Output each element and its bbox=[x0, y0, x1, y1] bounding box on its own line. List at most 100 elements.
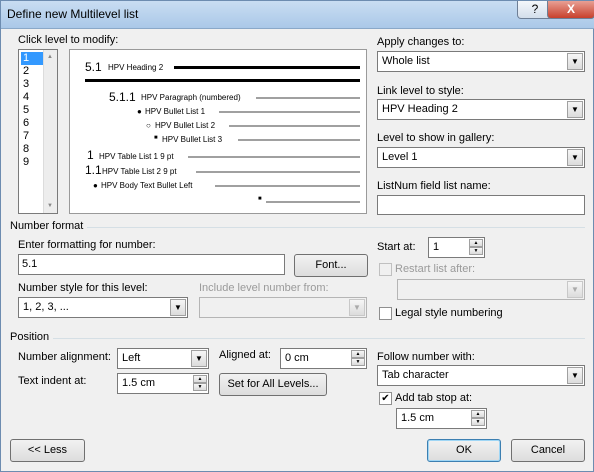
font-button[interactable]: Font... bbox=[294, 254, 368, 277]
level-item[interactable]: 3 bbox=[21, 78, 43, 91]
level-item[interactable]: 5 bbox=[21, 104, 43, 117]
number-style-select[interactable]: 1, 2, 3, ... ▼ bbox=[18, 297, 188, 318]
aligned-at-value: 0 cm bbox=[285, 352, 309, 364]
chevron-down-icon[interactable]: ▼ bbox=[567, 53, 583, 70]
preview-num-1: 5.1 bbox=[85, 60, 102, 74]
spin-down-icon[interactable]: ▼ bbox=[471, 418, 485, 426]
chevron-down-icon[interactable]: ▼ bbox=[567, 101, 583, 118]
number-alignment-value: Left bbox=[122, 352, 141, 364]
cancel-button-label: Cancel bbox=[530, 444, 566, 456]
number-alignment-label: Number alignment: bbox=[18, 351, 111, 363]
preview-text-3: HPV Bullet List 1 bbox=[145, 107, 206, 116]
follow-number-value: Tab character bbox=[382, 369, 449, 381]
preview-text-8: HPV Body Text Bullet Left bbox=[101, 181, 193, 190]
preview-num-6: 1 bbox=[87, 148, 94, 162]
preview-text-1: HPV Heading 2 bbox=[108, 63, 164, 72]
spin-up-icon[interactable]: ▲ bbox=[469, 239, 483, 247]
level-item[interactable]: 8 bbox=[21, 143, 43, 156]
preview-line-2 bbox=[256, 97, 360, 99]
spin-down-icon[interactable]: ▼ bbox=[193, 383, 207, 391]
level-item[interactable]: 6 bbox=[21, 117, 43, 130]
preview-text-6: HPV Table List 1 9 pt bbox=[99, 152, 174, 161]
level-item[interactable]: 1 bbox=[21, 52, 43, 65]
spin-up-icon[interactable]: ▲ bbox=[351, 350, 365, 358]
preview-num-4: ○ bbox=[146, 121, 151, 130]
gallery-level-select[interactable]: Level 1 ▼ bbox=[377, 147, 585, 168]
cancel-button[interactable]: Cancel bbox=[511, 439, 585, 462]
chevron-down-icon[interactable]: ▼ bbox=[349, 299, 365, 316]
close-button[interactable]: X bbox=[547, 1, 594, 19]
number-style-label: Number style for this level: bbox=[18, 282, 148, 294]
follow-number-label: Follow number with: bbox=[377, 351, 475, 363]
spin-down-icon[interactable]: ▼ bbox=[469, 247, 483, 255]
number-alignment-select[interactable]: Left ▼ bbox=[117, 348, 209, 369]
legal-style-checkbox[interactable] bbox=[379, 307, 392, 320]
preview-num-9: ■ bbox=[258, 196, 262, 202]
include-level-label: Include level number from: bbox=[199, 282, 329, 294]
apply-changes-select[interactable]: Whole list ▼ bbox=[377, 51, 585, 72]
legal-style-label: Legal style numbering bbox=[395, 307, 503, 319]
preview-line-5 bbox=[238, 139, 360, 141]
aligned-at-spin-buttons[interactable]: ▲ ▼ bbox=[351, 350, 365, 367]
level-list-label: Click level to modify: bbox=[18, 34, 119, 46]
follow-number-select[interactable]: Tab character ▼ bbox=[377, 365, 585, 386]
number-format-group-label: Number format bbox=[10, 220, 84, 232]
preview-num-3: ● bbox=[137, 107, 142, 116]
preview-line-1b bbox=[85, 79, 360, 82]
chevron-down-icon[interactable]: ▼ bbox=[567, 149, 583, 166]
text-indent-spin-buttons[interactable]: ▲ ▼ bbox=[193, 375, 207, 392]
preview-line-1 bbox=[174, 66, 360, 69]
number-format-value: 5.1 bbox=[22, 258, 38, 270]
add-tab-stop-label: Add tab stop at: bbox=[395, 392, 473, 404]
chevron-down-icon[interactable]: ▼ bbox=[191, 350, 207, 367]
text-indent-label: Text indent at: bbox=[18, 375, 87, 387]
set-for-all-levels-button[interactable]: Set for All Levels... bbox=[219, 373, 327, 396]
scroll-down-icon[interactable]: ▼ bbox=[47, 203, 53, 209]
spin-up-icon[interactable]: ▲ bbox=[471, 410, 485, 418]
restart-list-checkbox[interactable] bbox=[379, 263, 392, 276]
chevron-down-icon[interactable]: ▼ bbox=[170, 299, 186, 316]
spin-up-icon[interactable]: ▲ bbox=[193, 375, 207, 383]
chevron-down-icon[interactable]: ▼ bbox=[567, 367, 583, 384]
level-item[interactable]: 7 bbox=[21, 130, 43, 143]
preview-num-5: ■ bbox=[154, 135, 158, 141]
scroll-up-icon[interactable]: ▲ bbox=[47, 54, 53, 60]
position-divider bbox=[53, 338, 585, 339]
tab-stop-spin-buttons[interactable]: ▲ ▼ bbox=[471, 410, 485, 427]
number-format-field[interactable]: 5.1 bbox=[18, 254, 285, 275]
checkmark-icon: ✔ bbox=[381, 393, 390, 404]
start-at-value: 1 bbox=[433, 241, 440, 253]
number-format-divider bbox=[87, 227, 585, 228]
text-indent-spinner[interactable]: 1.5 cm ▲ ▼ bbox=[117, 373, 209, 394]
preview-text-4: HPV Bullet List 2 bbox=[155, 121, 216, 130]
ok-button[interactable]: OK bbox=[427, 439, 501, 462]
level-item[interactable]: 9 bbox=[21, 156, 43, 169]
preview-text-2: HPV Paragraph (numbered) bbox=[141, 93, 241, 102]
spin-down-icon[interactable]: ▼ bbox=[351, 358, 365, 366]
title-bar: Define new Multilevel list ? X bbox=[1, 1, 594, 29]
level-item[interactable]: 4 bbox=[21, 91, 43, 104]
preview-line-8 bbox=[215, 185, 360, 187]
add-tab-stop-checkbox[interactable]: ✔ bbox=[379, 392, 392, 405]
preview-line-6 bbox=[188, 156, 360, 158]
gallery-level-value: Level 1 bbox=[382, 151, 418, 163]
number-style-value: 1, 2, 3, ... bbox=[23, 301, 69, 313]
enter-formatting-label: Enter formatting for number: bbox=[18, 239, 156, 251]
dialog-title: Define new Multilevel list bbox=[7, 7, 139, 21]
chevron-down-icon[interactable]: ▼ bbox=[567, 281, 583, 298]
include-level-select[interactable]: ▼ bbox=[199, 297, 367, 318]
restart-list-select[interactable]: ▼ bbox=[397, 279, 585, 300]
level-listbox[interactable]: 123456789 ▲ ▼ bbox=[18, 49, 58, 214]
link-level-select[interactable]: HPV Heading 2 ▼ bbox=[377, 99, 585, 120]
position-group-label: Position bbox=[10, 331, 50, 343]
listnum-field[interactable] bbox=[377, 195, 585, 215]
tab-stop-spinner[interactable]: 1.5 cm ▲ ▼ bbox=[396, 408, 487, 429]
start-at-spin-buttons[interactable]: ▲ ▼ bbox=[469, 239, 483, 256]
link-level-label: Link level to style: bbox=[377, 85, 464, 97]
less-button[interactable]: << Less bbox=[10, 439, 85, 462]
restart-list-label: Restart list after: bbox=[395, 263, 476, 275]
level-list-scrollbar[interactable]: ▲ ▼ bbox=[43, 50, 57, 213]
start-at-spinner[interactable]: 1 ▲ ▼ bbox=[428, 237, 485, 258]
aligned-at-spinner[interactable]: 0 cm ▲ ▼ bbox=[280, 348, 367, 369]
level-item[interactable]: 2 bbox=[21, 65, 43, 78]
